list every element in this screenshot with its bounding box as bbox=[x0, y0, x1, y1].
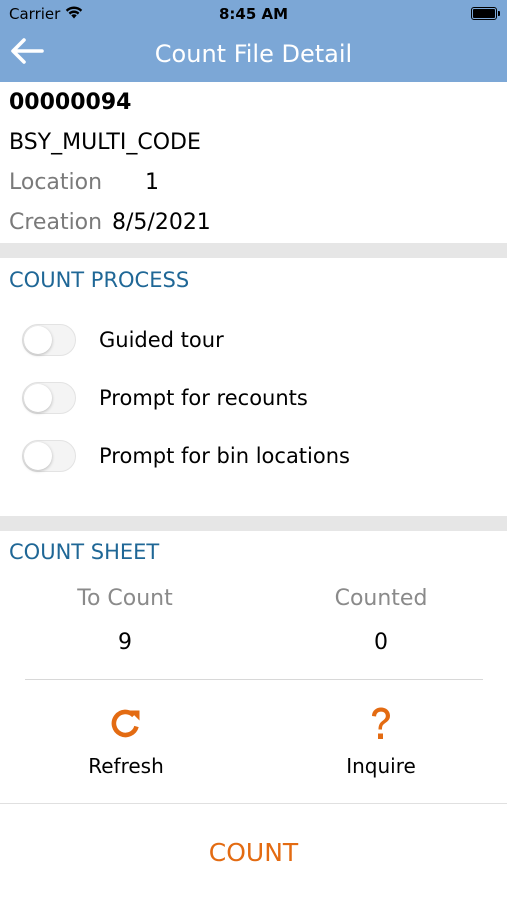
refresh-button[interactable]: Refresh bbox=[26, 706, 226, 778]
section-divider bbox=[0, 243, 507, 258]
to-count-label: To Count bbox=[77, 586, 173, 611]
guided-tour-toggle[interactable] bbox=[22, 324, 76, 356]
creation-row: Creation 8/5/2021 bbox=[9, 208, 499, 238]
question-icon bbox=[368, 706, 394, 746]
divider bbox=[25, 679, 483, 680]
counted-value: 0 bbox=[374, 630, 388, 655]
counted-label: Counted bbox=[334, 586, 428, 611]
section-divider bbox=[0, 516, 507, 531]
battery-icon bbox=[471, 7, 500, 20]
refresh-label: Refresh bbox=[88, 754, 164, 778]
prompt-recounts-toggle[interactable] bbox=[22, 382, 76, 414]
count-button[interactable]: COUNT bbox=[0, 804, 507, 900]
location-label: Location bbox=[9, 170, 103, 195]
count-file-header: 00000094 BSY_MULTI_CODE Location 1 Creat… bbox=[9, 88, 499, 238]
count-process-title: COUNT PROCESS bbox=[9, 268, 190, 292]
status-bar: Carrier 8:45 AM bbox=[0, 0, 507, 26]
location-value: 1 bbox=[145, 170, 159, 195]
page-title: Count File Detail bbox=[154, 40, 353, 68]
inquire-label: Inquire bbox=[346, 754, 416, 778]
prompt-recounts-option[interactable]: Prompt for recounts bbox=[22, 381, 308, 415]
status-time: 8:45 AM bbox=[218, 5, 289, 23]
count-file-number: 00000094 bbox=[9, 90, 132, 115]
creation-label: Creation bbox=[9, 210, 103, 235]
count-sheet-title: COUNT SHEET bbox=[9, 540, 160, 564]
inquire-button[interactable]: Inquire bbox=[281, 706, 481, 778]
count-file-code: BSY_MULTI_CODE bbox=[9, 130, 201, 155]
prompt-recounts-label: Prompt for recounts bbox=[99, 386, 308, 410]
to-count-column: To Count 9 bbox=[10, 586, 240, 655]
guided-tour-label: Guided tour bbox=[99, 328, 224, 352]
refresh-icon bbox=[109, 707, 143, 745]
prompt-bin-locations-toggle[interactable] bbox=[22, 440, 76, 472]
to-count-value: 9 bbox=[118, 630, 132, 655]
prompt-bin-locations-label: Prompt for bin locations bbox=[99, 444, 350, 468]
location-row: Location 1 bbox=[9, 168, 499, 198]
creation-value: 8/5/2021 bbox=[112, 210, 211, 235]
guided-tour-option[interactable]: Guided tour bbox=[22, 323, 224, 357]
counted-column: Counted 0 bbox=[266, 586, 496, 655]
nav-bar: Count File Detail bbox=[0, 26, 507, 82]
prompt-bin-locations-option[interactable]: Prompt for bin locations bbox=[22, 439, 350, 473]
